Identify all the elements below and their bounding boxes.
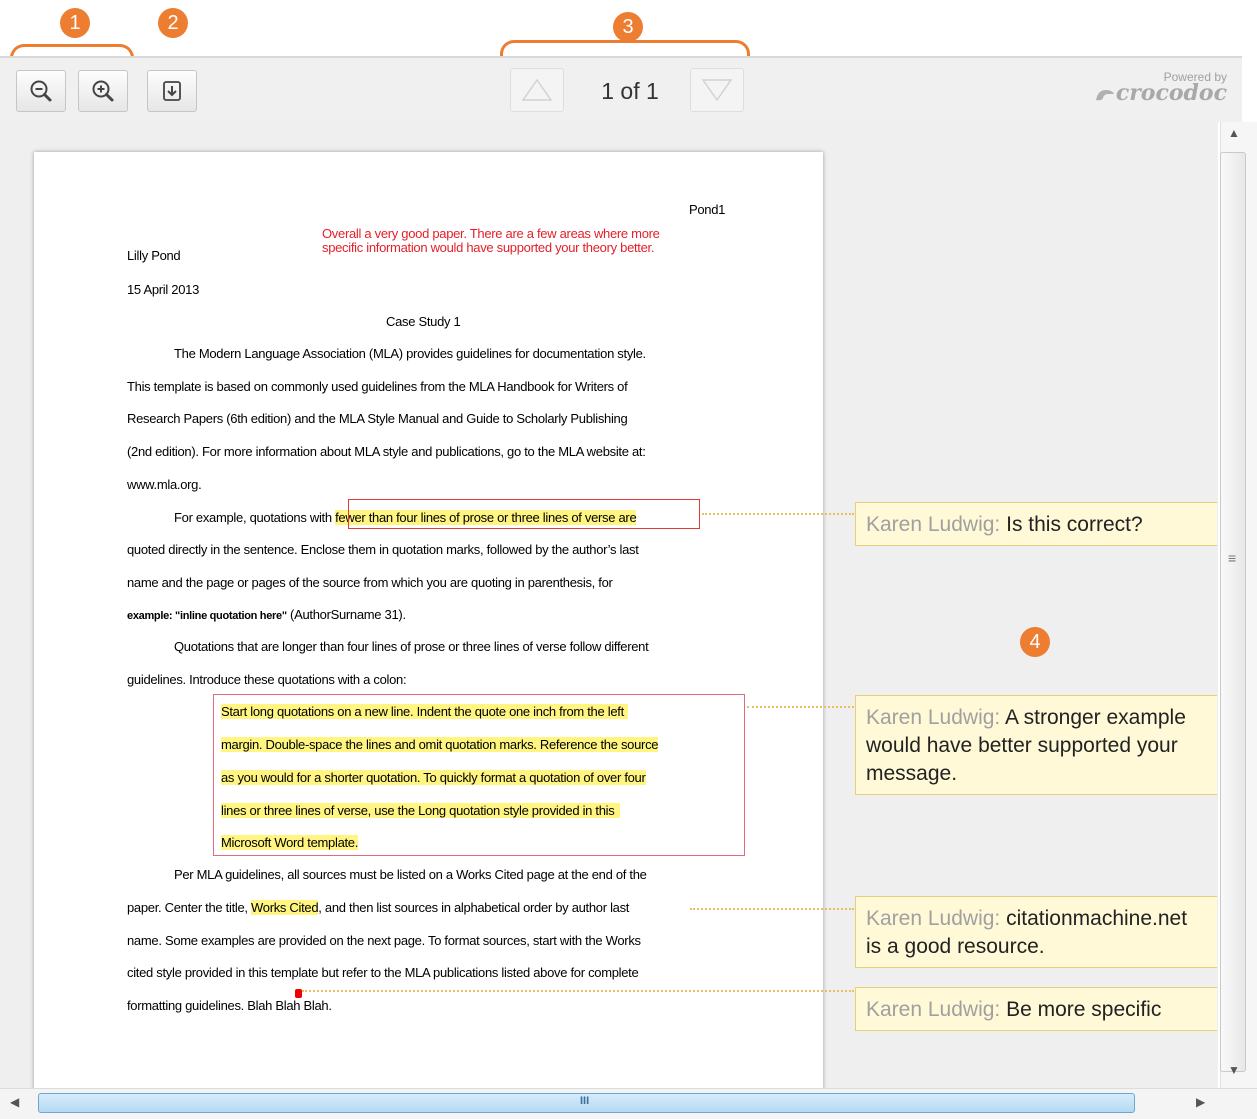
annotation-box[interactable]: [348, 499, 700, 529]
paragraph-line: The Modern Language Association (MLA) pr…: [174, 346, 646, 361]
comment-author: Karen Ludwig:: [866, 998, 1001, 1021]
comment-card[interactable]: Karen Ludwig: citationmachine.net is a g…: [855, 896, 1217, 968]
document-title: Case Study 1: [386, 314, 461, 329]
brand-logo: Powered by crocodoc: [1094, 70, 1227, 106]
vertical-scroll-thumb[interactable]: [1220, 152, 1246, 1072]
paragraph-line: This template is based on commonly used …: [127, 379, 628, 394]
paragraph-text: For example, quotations with: [174, 510, 336, 525]
scroll-down-arrow-icon[interactable]: ▼: [1228, 1063, 1240, 1077]
zoom-in-button[interactable]: [78, 70, 128, 112]
paragraph-line: (2nd edition). For more information abou…: [127, 444, 646, 459]
highlighted-text[interactable]: Works Cited: [251, 900, 319, 915]
comment-author: Karen Ludwig:: [866, 907, 1001, 930]
paragraph-text: (AuthorSurname 31).: [286, 607, 406, 622]
paragraph-line: Per MLA guidelines, all sources must be …: [174, 867, 647, 882]
paragraph-line: Research Papers (6th edition) and the ML…: [127, 411, 628, 426]
general-comment-note[interactable]: Overall a very good paper. There are a f…: [322, 227, 682, 255]
page-indicator: 1 of 1: [601, 78, 659, 104]
brand-name: crocodoc: [1115, 80, 1227, 106]
triangle-down-icon: [701, 79, 733, 102]
callout-badge-2: 2: [158, 8, 188, 38]
comment-card[interactable]: Karen Ludwig: A stronger example would h…: [855, 695, 1217, 795]
page-header: Pond1: [689, 202, 726, 217]
comment-leader: [302, 990, 854, 992]
comment-leader: [702, 513, 854, 515]
comment-leader: [690, 908, 854, 910]
triangle-up-icon: [521, 78, 553, 101]
callout-badge-1: 1: [60, 8, 90, 38]
previous-page-button[interactable]: [510, 68, 564, 112]
callout-badge-3: 3: [613, 12, 643, 42]
comment-card[interactable]: Karen Ludwig: Is this correct?: [855, 502, 1217, 546]
paragraph-line: quoted directly in the sentence. Enclose…: [127, 542, 639, 557]
paragraph-line: formatting guidelines. Blah Blah Blah.: [127, 998, 332, 1013]
paragraph-line: paper. Center the title, Works Cited, an…: [127, 900, 629, 915]
paragraph-text: paper. Center the title,: [127, 900, 252, 915]
zoom-out-icon: [30, 80, 52, 102]
paragraph-line: name. Some examples are provided on the …: [127, 933, 641, 948]
scroll-right-arrow-icon[interactable]: ▶: [1196, 1095, 1205, 1109]
author-name: Lilly Pond: [127, 248, 181, 263]
crocodile-icon: [1095, 90, 1114, 101]
horizontal-grip-icon: III: [580, 1095, 590, 1107]
document-date: 15 April 2013: [127, 282, 199, 297]
comment-text: Be more specific: [1006, 998, 1162, 1021]
next-page-button[interactable]: [690, 68, 744, 112]
vertical-grip-icon: ≡: [1228, 550, 1237, 566]
zoom-in-icon: [92, 80, 114, 102]
paragraph-line: www.mla.org.: [127, 477, 202, 492]
paragraph-line: cited style provided in this template bu…: [127, 965, 639, 980]
paragraph-line: example: "inline quotation here" (Author…: [127, 607, 406, 622]
comment-author: Karen Ludwig:: [866, 513, 1001, 536]
comment-pin-icon[interactable]: [295, 989, 302, 998]
callout-badge-4: 4: [1020, 627, 1050, 657]
annotation-box[interactable]: [213, 694, 745, 856]
zoom-out-button[interactable]: [16, 70, 66, 112]
comment-author: Karen Ludwig:: [866, 706, 1001, 729]
scroll-left-arrow-icon[interactable]: ◀: [10, 1095, 19, 1109]
paragraph-line: Quotations that are longer than four lin…: [174, 639, 649, 654]
paragraph-line: name and the page or pages of the source…: [127, 575, 613, 590]
comment-leader: [747, 706, 854, 708]
paragraph-text: , and then list sources in alphabetical …: [318, 900, 630, 915]
scroll-up-arrow-icon[interactable]: ▲: [1228, 126, 1240, 140]
download-icon: [163, 81, 181, 101]
comment-text: Is this correct?: [1006, 513, 1143, 536]
comment-card[interactable]: Karen Ludwig: Be more specific: [855, 987, 1217, 1031]
paragraph-line: guidelines. Introduce these quotations w…: [127, 672, 407, 687]
download-button[interactable]: [147, 70, 197, 112]
example-code: example: "inline quotation here": [127, 610, 287, 622]
